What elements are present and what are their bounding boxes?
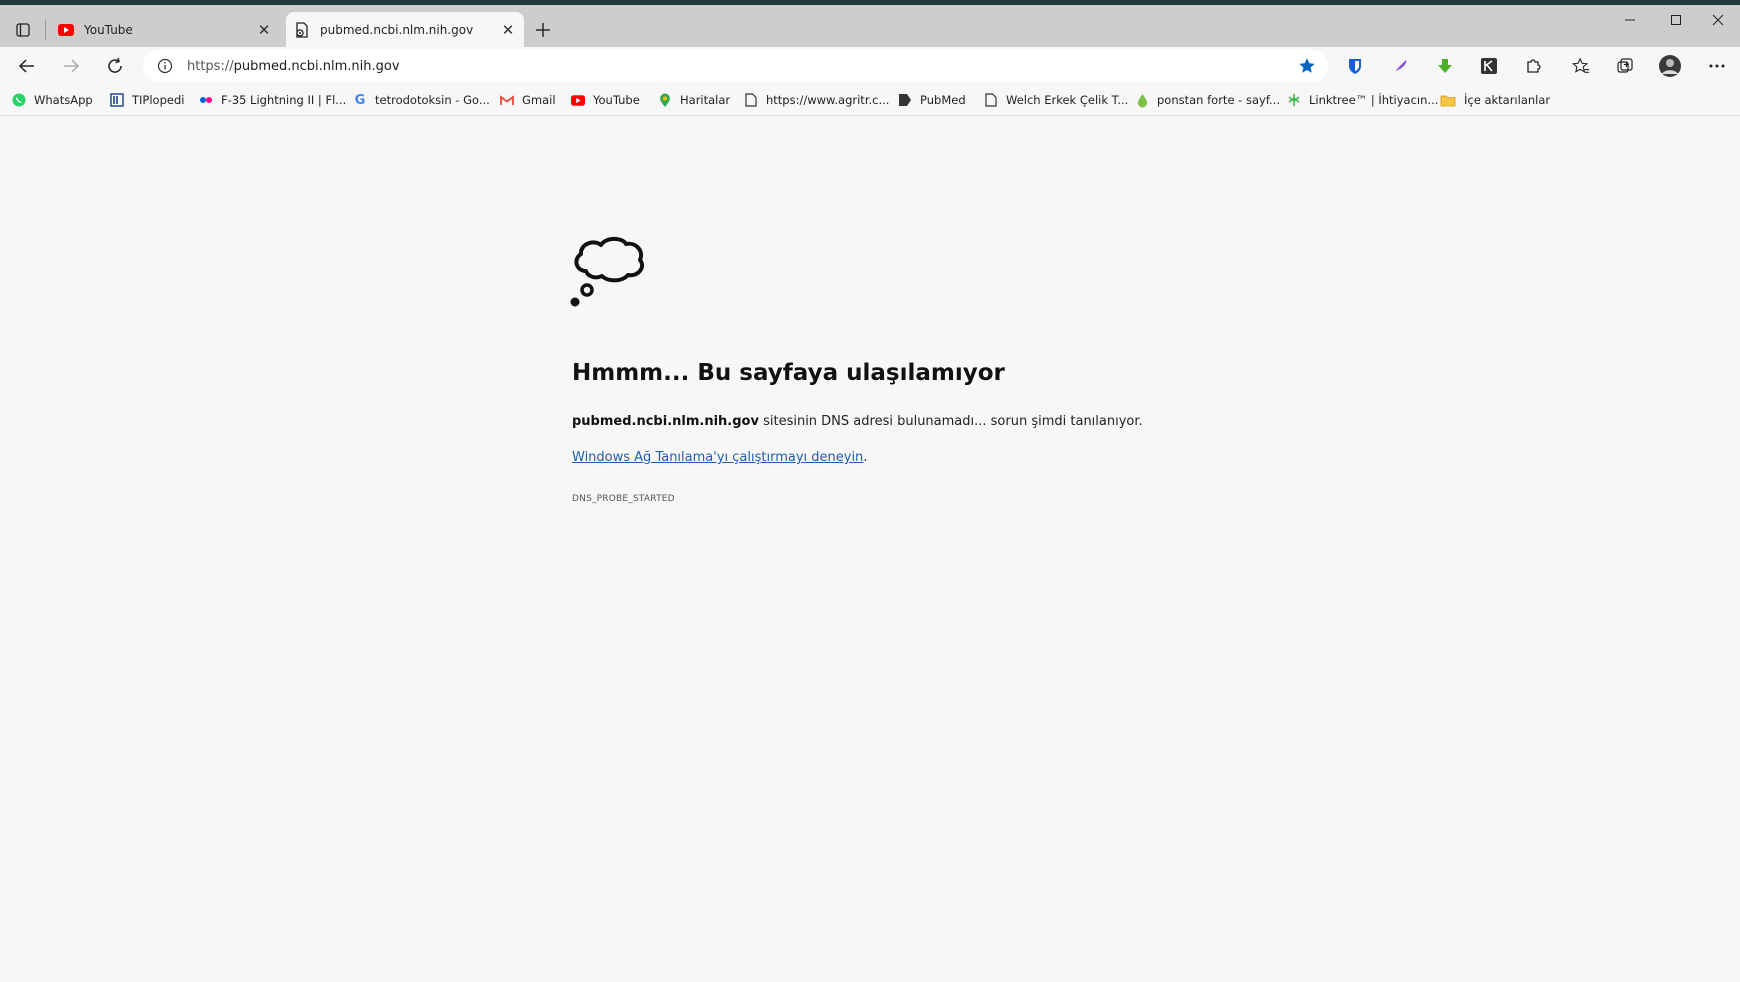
close-tab-icon[interactable]: ✕	[498, 20, 518, 40]
linktree-icon	[1287, 93, 1301, 107]
bookmark-youtube[interactable]: YouTube	[571, 90, 640, 110]
favorites-icon[interactable]	[1568, 53, 1594, 79]
tab-separator	[45, 20, 46, 40]
window-top-edge	[0, 0, 1740, 5]
bookmark-whatsapp[interactable]: WhatsApp	[12, 90, 93, 110]
folder-icon	[1440, 93, 1456, 107]
bookmark-welch[interactable]: Welch Erkek Çelik T...	[984, 90, 1128, 110]
site-info-icon[interactable]	[156, 57, 174, 75]
minimize-button[interactable]	[1608, 6, 1652, 34]
page-icon	[744, 93, 758, 107]
flickr-icon	[199, 93, 213, 107]
bitwarden-extension-icon[interactable]	[1342, 53, 1368, 79]
back-arrow-icon	[18, 59, 34, 73]
bookmark-folder-imported[interactable]: İçe aktarılanlar	[1440, 90, 1550, 110]
bookmark-label: Haritalar	[680, 93, 731, 107]
bookmarks-bar: WhatsApp TIPlopedi F-35 Lightning II | F…	[0, 84, 1740, 116]
network-diagnostics-link[interactable]: Windows Ağ Tanılama'yı çalıştırmayı dene…	[572, 450, 863, 465]
favorite-star-icon[interactable]	[1296, 55, 1318, 77]
tab-youtube[interactable]: YouTube ✕	[50, 12, 280, 47]
tab-strip: YouTube ✕ pubmed.ncbi.nlm.nih.gov ✕	[0, 0, 1740, 47]
profile-avatar-icon[interactable]	[1657, 53, 1683, 79]
maximize-button[interactable]	[1654, 6, 1698, 34]
bookmark-agritr[interactable]: https://www.agritr.c...	[744, 90, 889, 110]
plus-icon	[536, 23, 550, 37]
tiplopedi-icon	[110, 93, 124, 107]
k-extension-icon[interactable]	[1476, 53, 1502, 79]
close-window-button[interactable]	[1696, 6, 1740, 34]
whatsapp-icon	[12, 93, 26, 107]
forward-arrow-icon	[64, 59, 80, 73]
maximize-icon	[1671, 15, 1681, 25]
youtube-icon	[571, 93, 585, 107]
bookmark-linktree[interactable]: Linktree™ | İhtiyacın...	[1287, 90, 1438, 110]
download-extension-icon[interactable]	[1432, 53, 1458, 79]
url-text[interactable]: https://pubmed.ncbi.nlm.nih.gov	[187, 59, 1296, 74]
bookmark-pubmed[interactable]: PubMed	[898, 90, 966, 110]
gmail-icon	[500, 93, 514, 107]
quill-extension-icon[interactable]	[1387, 53, 1413, 79]
thought-cloud-icon	[570, 236, 645, 307]
bookmark-label: İçe aktarılanlar	[1464, 93, 1551, 107]
bookmark-label: https://www.agritr.c...	[766, 93, 890, 107]
bookmark-label: Gmail	[522, 93, 556, 107]
bookmark-label: PubMed	[920, 93, 966, 107]
bookmark-f35[interactable]: F-35 Lightning II | Fl...	[199, 90, 346, 110]
bookmark-label: YouTube	[593, 93, 640, 107]
bookmark-label: TIPlopedi	[132, 93, 185, 107]
youtube-icon	[58, 22, 74, 38]
bookmark-ponstan[interactable]: ponstan forte - sayf...	[1135, 90, 1280, 110]
pubmed-icon	[898, 93, 912, 107]
minimize-icon	[1625, 19, 1635, 21]
url-host: pubmed.ncbi.nlm.nih.gov	[233, 58, 400, 74]
address-bar[interactable]: https://pubmed.ncbi.nlm.nih.gov	[143, 50, 1328, 82]
error-host: pubmed.ncbi.nlm.nih.gov	[572, 414, 759, 429]
drop-icon	[1135, 93, 1149, 107]
maps-icon	[658, 93, 672, 107]
bookmark-label: ponstan forte - sayf...	[1157, 93, 1280, 107]
broken-page-icon	[294, 21, 310, 38]
close-icon	[1712, 14, 1724, 26]
bookmark-label: WhatsApp	[34, 93, 93, 107]
error-description: pubmed.ncbi.nlm.nih.gov sitesinin DNS ad…	[572, 414, 1143, 429]
tab-title: pubmed.ncbi.nlm.nih.gov	[320, 22, 474, 37]
bookmark-gmail[interactable]: Gmail	[500, 90, 556, 110]
bookmark-haritalar[interactable]: Haritalar	[658, 90, 730, 110]
bookmark-label: Linktree™ | İhtiyacın...	[1309, 93, 1439, 107]
page-icon	[984, 93, 998, 107]
tab-pubmed[interactable]: pubmed.ncbi.nlm.nih.gov ✕	[286, 12, 524, 47]
error-description-text: sitesinin DNS adresi bulunamadı... sorun…	[758, 414, 1143, 429]
refresh-button[interactable]	[100, 51, 130, 81]
url-scheme: https://	[187, 58, 234, 74]
new-tab-button[interactable]	[530, 18, 556, 42]
error-page: Hmmm... Bu sayfaya ulaşılamıyor pubmed.n…	[0, 117, 1740, 982]
extensions-puzzle-icon[interactable]	[1520, 53, 1546, 79]
collections-icon[interactable]	[1612, 53, 1638, 79]
bookmark-tetrodotoksin[interactable]: G tetrodotoksin - Go...	[353, 90, 490, 110]
tab-actions-icon	[16, 23, 30, 37]
link-suffix: .	[863, 450, 868, 465]
navigation-toolbar: https://pubmed.ncbi.nlm.nih.gov	[0, 47, 1740, 84]
bookmark-label: Welch Erkek Çelik T...	[1006, 93, 1129, 107]
tab-actions-button[interactable]	[10, 18, 36, 42]
settings-more-icon[interactable]	[1704, 53, 1730, 79]
error-code: DNS_PROBE_STARTED	[572, 494, 675, 504]
bookmark-tiplopedi[interactable]: TIPlopedi	[110, 90, 184, 110]
close-tab-icon[interactable]: ✕	[254, 20, 274, 40]
error-suggestion: Windows Ağ Tanılama'yı çalıştırmayı dene…	[572, 450, 867, 465]
tab-title: YouTube	[84, 22, 133, 37]
refresh-icon	[108, 57, 122, 73]
forward-button[interactable]	[56, 51, 86, 81]
google-icon: G	[354, 92, 366, 108]
back-button[interactable]	[12, 51, 42, 81]
error-title: Hmmm... Bu sayfaya ulaşılamıyor	[572, 360, 1005, 386]
bookmark-label: F-35 Lightning II | Fl...	[221, 93, 347, 107]
bookmark-label: tetrodotoksin - Go...	[375, 93, 490, 107]
